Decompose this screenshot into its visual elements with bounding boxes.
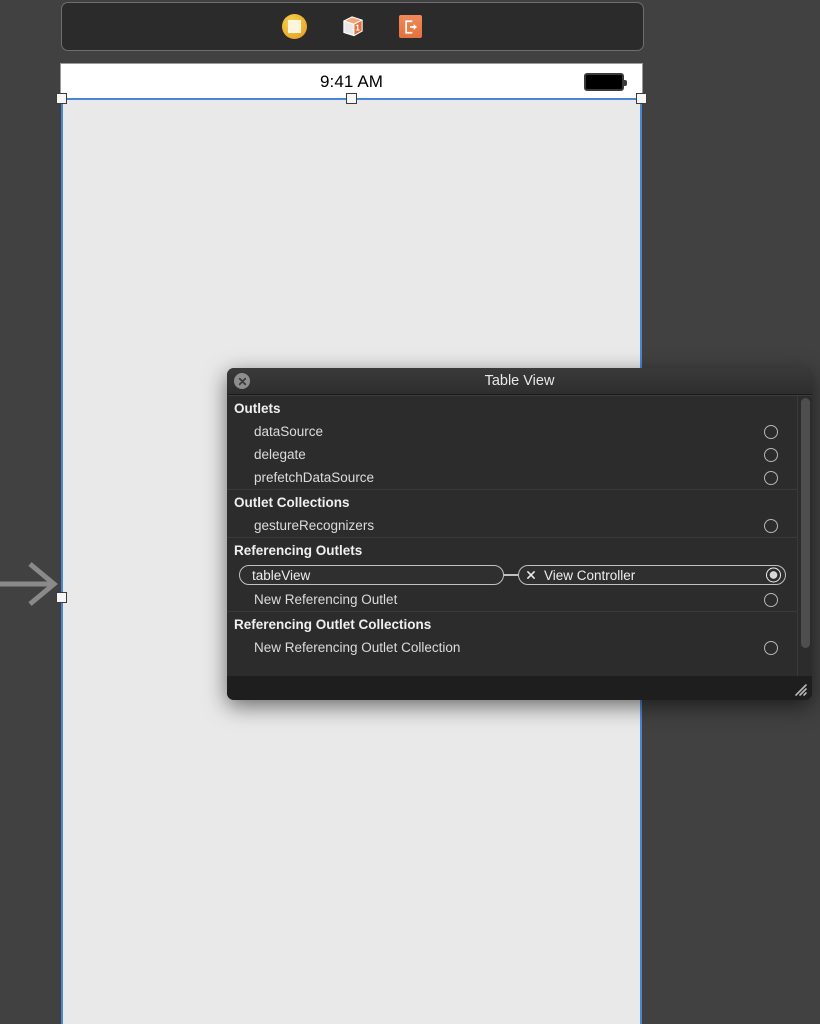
outlet-label: New Referencing Outlet Collection bbox=[254, 640, 461, 655]
selection-handle-top-center[interactable] bbox=[346, 93, 357, 104]
first-responder-icon[interactable]: 1 bbox=[340, 14, 366, 40]
resize-grip-icon[interactable] bbox=[792, 681, 808, 697]
connection-well-filled[interactable] bbox=[766, 567, 781, 583]
exit-icon[interactable] bbox=[398, 14, 424, 40]
outlet-label: New Referencing Outlet bbox=[254, 592, 398, 607]
outlet-label: prefetchDataSource bbox=[254, 470, 375, 485]
view-controller-icon[interactable] bbox=[282, 14, 308, 40]
status-bar-time: 9:41 AM bbox=[319, 71, 384, 91]
outlet-label: dataSource bbox=[254, 424, 324, 439]
connection-well[interactable] bbox=[764, 640, 778, 655]
popover-footer bbox=[227, 676, 812, 700]
connection-target-label: View Controller bbox=[544, 567, 636, 583]
connection-line bbox=[504, 574, 518, 576]
battery-icon bbox=[584, 72, 627, 91]
outlet-label: delegate bbox=[254, 447, 306, 462]
connection-well[interactable] bbox=[764, 470, 778, 485]
connection-well[interactable] bbox=[764, 424, 778, 439]
outlet-row-gesturerecognizers[interactable]: gestureRecognizers bbox=[227, 514, 812, 537]
connection-target-pill[interactable]: View Controller bbox=[518, 565, 786, 585]
popover-title: Table View bbox=[484, 373, 555, 389]
close-icon[interactable] bbox=[234, 373, 250, 389]
storyboard-canvas-root: 1 9:41 AM Table View Outlets dataSource … bbox=[0, 0, 820, 1024]
popover-titlebar[interactable]: Table View bbox=[227, 368, 812, 395]
outlet-row-delegate[interactable]: delegate bbox=[227, 443, 812, 466]
selection-handle-top-left[interactable] bbox=[56, 93, 67, 104]
outlet-row-prefetchdatasource[interactable]: prefetchDataSource bbox=[227, 466, 812, 489]
selection-handle-top-right[interactable] bbox=[636, 93, 647, 104]
outlet-name-pill[interactable]: tableView bbox=[239, 565, 504, 585]
connection-well[interactable] bbox=[764, 592, 778, 607]
connection-well[interactable] bbox=[764, 447, 778, 462]
section-header-referencing-outlets: Referencing Outlets bbox=[227, 537, 812, 562]
scene-dock: 1 bbox=[61, 2, 644, 51]
section-header-referencing-outlet-collections: Referencing Outlet Collections bbox=[227, 611, 812, 636]
section-header-outlet-collections: Outlet Collections bbox=[227, 489, 812, 514]
outlet-row-new-referencing-outlet-collection[interactable]: New Referencing Outlet Collection bbox=[227, 636, 812, 659]
referencing-outlet-connection-row[interactable]: tableView View Controller bbox=[227, 562, 812, 588]
popover-scroll-area: Outlets dataSource delegate prefetchData… bbox=[227, 395, 812, 676]
outlet-name-label: tableView bbox=[252, 567, 311, 583]
selection-handle-middle-left[interactable] bbox=[56, 592, 67, 603]
storyboard-entry-point-arrow bbox=[0, 562, 58, 606]
outlet-label: gestureRecognizers bbox=[254, 518, 375, 533]
section-header-outlets: Outlets bbox=[227, 396, 812, 420]
popover-scrollbar[interactable] bbox=[797, 396, 812, 676]
outlet-row-new-referencing-outlet[interactable]: New Referencing Outlet bbox=[227, 588, 812, 611]
outlet-row-datasource[interactable]: dataSource bbox=[227, 420, 812, 443]
disconnect-icon[interactable] bbox=[525, 570, 537, 580]
svg-text:1: 1 bbox=[355, 23, 360, 32]
connection-well[interactable] bbox=[764, 518, 778, 533]
connections-inspector-popover: Table View Outlets dataSource delegate p… bbox=[227, 368, 812, 700]
scrollbar-thumb[interactable] bbox=[801, 398, 810, 648]
